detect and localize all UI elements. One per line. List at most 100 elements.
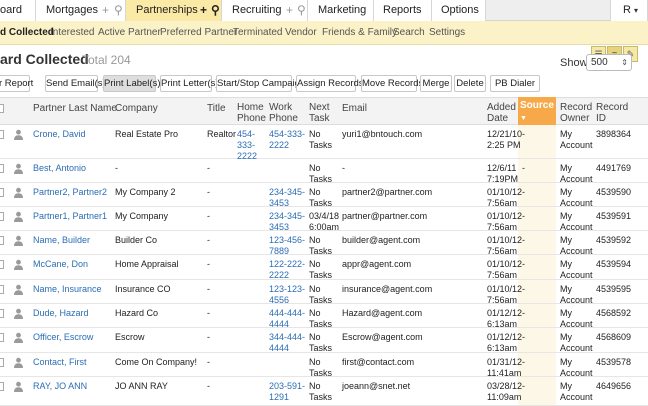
partner-name-link[interactable]: Dude, Hazard: [33, 308, 89, 319]
work-phone-link[interactable]: 344-444- 4444: [269, 332, 305, 354]
report-button[interactable]: r Report: [0, 75, 33, 92]
person-icon: [13, 284, 24, 295]
next-task-cell: No Tasks: [309, 235, 332, 257]
work-phone-link[interactable]: 123-123- 4556: [269, 284, 305, 306]
title-cell-line: -: [207, 187, 210, 197]
search-icon[interactable]: ⚲: [114, 0, 123, 21]
partner-name-link[interactable]: Partner2, Partner2: [33, 187, 107, 198]
search-icon[interactable]: ⚲: [211, 0, 220, 21]
work-phone-link[interactable]: 234-345- 3453: [269, 211, 305, 233]
user-menu[interactable]: R ▾: [610, 0, 648, 21]
tab-options[interactable]: Options: [432, 0, 486, 21]
subnav-item-collected[interactable]: d Collected: [0, 21, 54, 45]
table-row[interactable]: McCane, Don Home Appraisal -122-222- 2222 No…: [0, 255, 648, 280]
tab-recruiting[interactable]: Recruiting + ⚲: [222, 0, 308, 21]
column-source[interactable]: Source ▼: [518, 97, 556, 125]
row-checkbox[interactable]: [0, 260, 4, 269]
row-checkbox[interactable]: [0, 212, 4, 221]
add-icon[interactable]: +: [286, 0, 293, 21]
work-phone-link[interactable]: 123-456- 7889: [269, 235, 305, 257]
table-row[interactable]: Partner2, Partner2 My Company 2 - 234-345- 3…: [0, 183, 648, 209]
column-last-name[interactable]: Partner Last Name: [33, 103, 117, 114]
added-date-cell-line: 11:09am: [487, 392, 522, 402]
column-record-id[interactable]: Record ID: [596, 102, 628, 124]
subnav-item-interested[interactable]: Interested: [50, 21, 94, 45]
partner-name-link[interactable]: Crone, David: [33, 129, 86, 140]
partner-name-link[interactable]: McCane, Don: [33, 259, 88, 270]
column-home-phone[interactable]: Home Phone: [237, 102, 266, 124]
table-row[interactable]: Best, Antonio - - No Tasks -12/6/11 7:19PM - My A…: [0, 159, 648, 184]
row-checkbox[interactable]: [0, 164, 4, 173]
column-next-task[interactable]: Next Task: [309, 102, 330, 124]
table-row[interactable]: Contact, First Come On Company! - No Tasks fi…: [0, 353, 648, 378]
add-icon[interactable]: +: [102, 0, 109, 21]
tab-partnerships[interactable]: Partnerships + ⚲: [126, 0, 222, 21]
column-company[interactable]: Company: [115, 103, 158, 114]
work-phone-link-line: 123-456-: [269, 235, 306, 245]
table-row[interactable]: RAY, JO ANN JO ANN RAY -203-591- 1291 No Task…: [0, 377, 648, 406]
partner-name-link[interactable]: Contact, First: [33, 357, 87, 368]
partner-name-link[interactable]: Best, Antonio: [33, 163, 86, 174]
column-record-owner[interactable]: Record Owner: [560, 102, 592, 124]
tab-mortgages[interactable]: Mortgages + ⚲: [36, 0, 126, 21]
start-stop-campaign-button[interactable]: Start/Stop Campaign: [216, 75, 305, 92]
work-phone-link[interactable]: 203-591- 1291: [269, 381, 305, 403]
row-checkbox[interactable]: [0, 358, 4, 367]
tab-marketing[interactable]: Marketing: [308, 0, 374, 21]
home-phone-link[interactable]: 454- 333- 2222: [237, 129, 257, 162]
tab-dashboard[interactable]: oard: [0, 0, 36, 21]
email-cell: builder@agent.com: [342, 235, 420, 246]
partner-name-link[interactable]: Officer, Escrow: [33, 332, 93, 343]
subnav-item-vendor[interactable]: Vendor: [285, 21, 317, 45]
row-checkbox[interactable]: [0, 382, 4, 391]
add-icon[interactable]: +: [200, 0, 207, 21]
print-letters-button[interactable]: Print Letter(s): [160, 75, 219, 92]
partner-name-link-line: Contact, First: [33, 357, 87, 367]
select-all-checkbox[interactable]: [0, 104, 4, 113]
tab-reports[interactable]: Reports: [374, 0, 432, 21]
search-icon[interactable]: ⚲: [297, 0, 306, 21]
table-row[interactable]: Crone, David Real Estate Pro Realtor 454- 33…: [0, 125, 648, 162]
send-emails-button[interactable]: Send Email(s): [45, 75, 106, 92]
partner-name-link[interactable]: RAY, JO ANN: [33, 381, 87, 392]
row-checkbox[interactable]: [0, 309, 4, 318]
partner-name-link[interactable]: Name, Insurance: [33, 284, 102, 295]
row-checkbox[interactable]: [0, 333, 4, 342]
column-title[interactable]: Title: [207, 103, 226, 114]
delete-button[interactable]: Delete: [454, 75, 486, 92]
subnav-item-friends-family[interactable]: Friends & Family: [322, 21, 397, 45]
company-cell-line: -: [115, 163, 118, 173]
row-checkbox[interactable]: [0, 285, 4, 294]
column-email[interactable]: Email: [342, 103, 367, 114]
partner-name-link[interactable]: Partner1, Partner1: [33, 211, 107, 222]
work-phone-link[interactable]: 234-345- 3453: [269, 187, 305, 209]
work-phone-link-line: 4444: [269, 343, 290, 353]
page-title: ard Collected: [0, 51, 89, 67]
added-date-cell: 01/10/12 7:56am: [487, 284, 522, 306]
subnav-item-preferred-partner[interactable]: Preferred Partner: [160, 21, 237, 45]
column-added-date[interactable]: Added Date: [487, 102, 516, 124]
table-row[interactable]: Name, Builder Builder Co - 123-456- 7889 No Ta…: [0, 231, 648, 257]
merge-button[interactable]: Merge: [420, 75, 452, 92]
work-phone-link[interactable]: 122-222- 2222: [269, 259, 305, 281]
assign-records-button[interactable]: Assign Records: [296, 75, 364, 92]
work-phone-link[interactable]: 444-444- 4444: [269, 308, 305, 330]
table-row[interactable]: Partner1, Partner1 My Company - 234-345- 345…: [0, 207, 648, 233]
work-phone-link[interactable]: 454-333- 2222: [269, 129, 305, 151]
row-checkbox[interactable]: [0, 130, 4, 139]
page-size-select[interactable]: 500 ⇕: [586, 54, 632, 71]
row-checkbox[interactable]: [0, 236, 4, 245]
table-row[interactable]: Officer, Escrow Escrow -344-444- 4444 No Task…: [0, 328, 648, 353]
subnav-item-active-partner[interactable]: Active Partner: [98, 21, 161, 45]
subnav-item-settings[interactable]: Settings: [429, 21, 465, 45]
subnav-item-terminated[interactable]: Terminated: [233, 21, 282, 45]
table-row[interactable]: Name, Insurance Insurance CO - 123-123- 4556…: [0, 280, 648, 306]
print-labels-button[interactable]: Print Label(s): [103, 75, 161, 92]
row-checkbox[interactable]: [0, 188, 4, 197]
pb-dialer-button[interactable]: PB Dialer: [490, 75, 540, 92]
partner-name-link[interactable]: Name, Builder: [33, 235, 90, 246]
move-records-button[interactable]: Move Records: [361, 75, 423, 92]
table-row[interactable]: Dude, Hazard Hazard Co - 444-444- 4444 No Task…: [0, 304, 648, 330]
column-work-phone[interactable]: Work Phone: [269, 102, 298, 124]
subnav-item-search[interactable]: Search: [393, 21, 425, 45]
